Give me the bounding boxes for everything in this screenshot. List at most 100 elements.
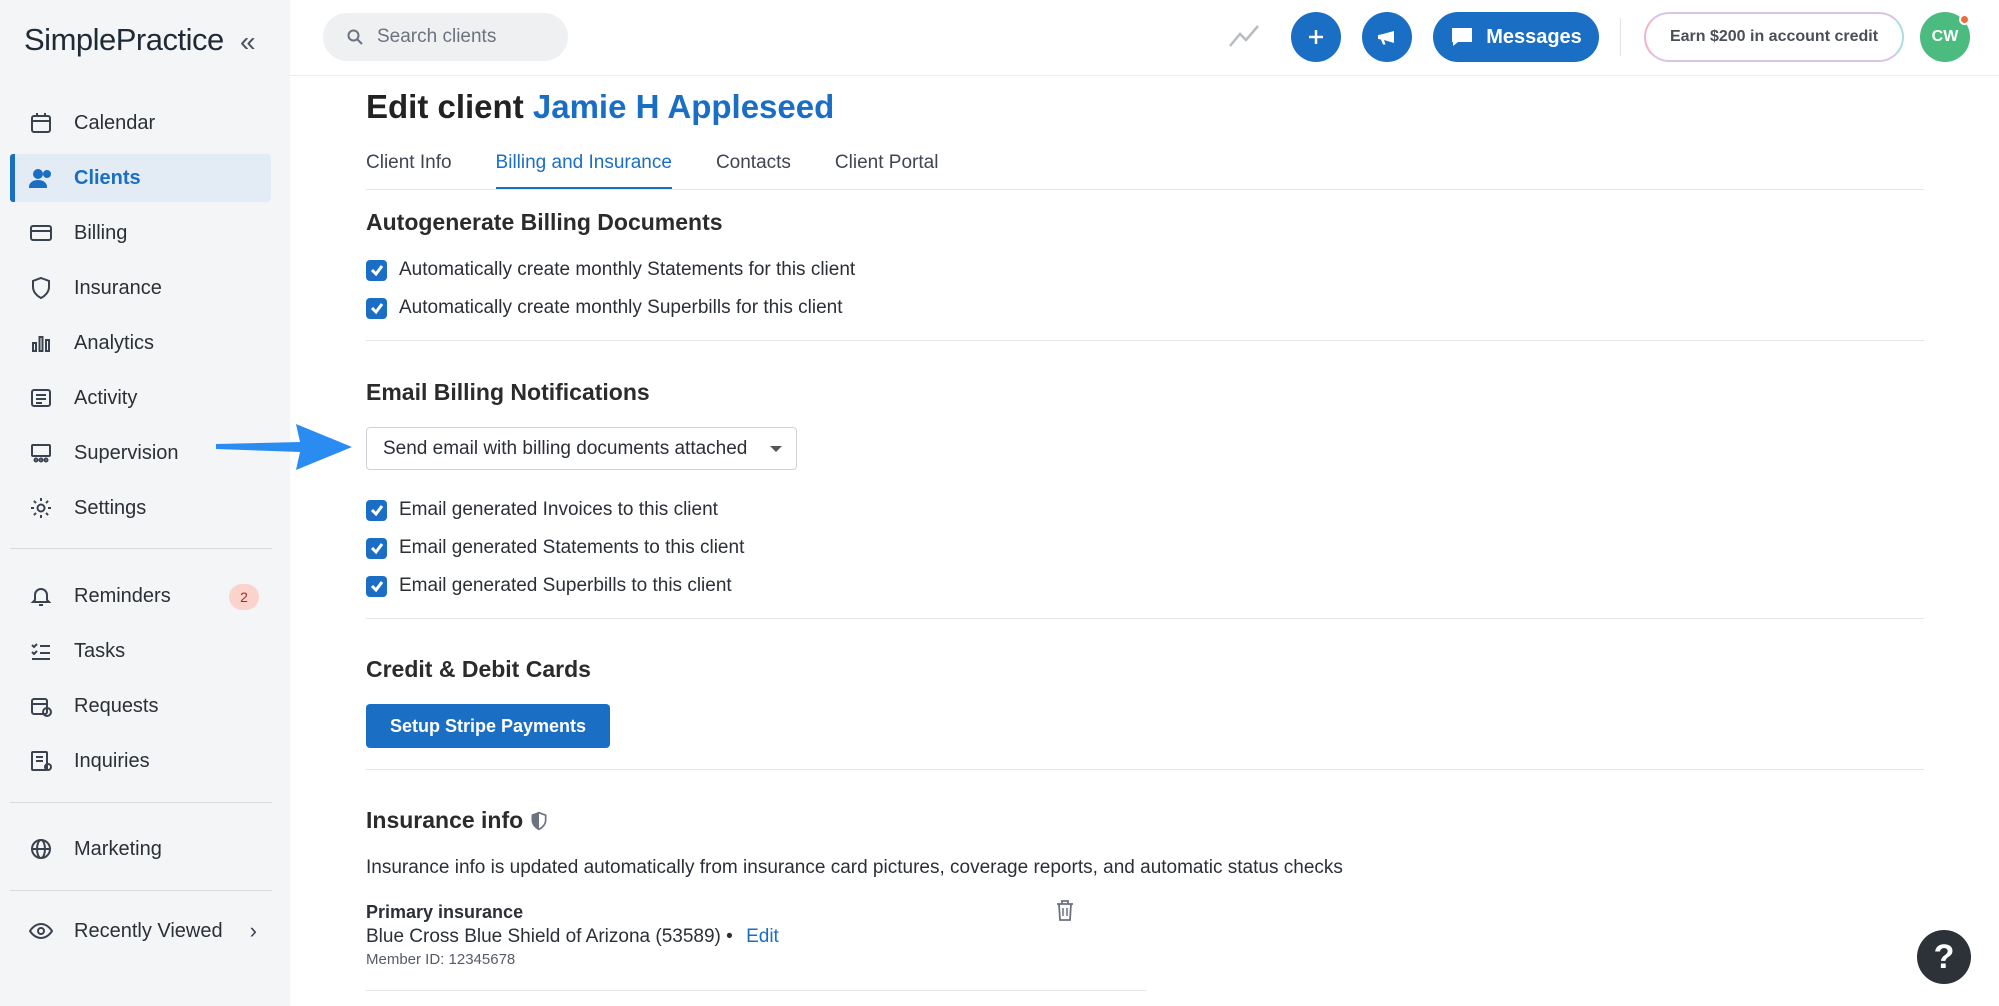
- client-name-link[interactable]: Jamie H Appleseed: [533, 88, 834, 125]
- help-button[interactable]: ?: [1917, 930, 1971, 984]
- edit-insurance-link[interactable]: Edit: [746, 926, 779, 947]
- sidebar-item-requests[interactable]: Requests: [10, 682, 271, 730]
- option-label: Email generated Superbills to this clien…: [399, 575, 732, 596]
- bar-chart-icon: [28, 330, 54, 356]
- announcements-button[interactable]: [1362, 12, 1412, 62]
- avatar[interactable]: CW: [1920, 12, 1970, 62]
- insurance-section-title: Insurance info: [366, 807, 549, 834]
- setup-stripe-payments-button[interactable]: Setup Stripe Payments: [366, 704, 610, 748]
- tab-contacts[interactable]: Contacts: [716, 152, 791, 190]
- supervision-icon: [28, 440, 54, 466]
- sidebar-divider: [10, 890, 272, 891]
- plus-icon: [1309, 30, 1323, 44]
- sidebar-item-marketing[interactable]: Marketing: [10, 825, 271, 873]
- tasks-icon: [28, 638, 54, 664]
- collapse-sidebar-icon[interactable]: «: [240, 28, 256, 56]
- tabs-divider: [366, 189, 1924, 190]
- shield-icon: [531, 811, 547, 830]
- section-divider: [366, 618, 1924, 619]
- sidebar-item-inquiries[interactable]: Inquiries: [10, 737, 271, 785]
- option-label: Automatically create monthly Statements …: [399, 259, 856, 280]
- simplepractice-logo[interactable]: SimplePractice: [24, 22, 224, 58]
- sidebar-item-reminders[interactable]: Reminders 2: [10, 572, 271, 620]
- option-label: Automatically create monthly Superbills …: [399, 297, 843, 318]
- sidebar-item-label: Tasks: [74, 639, 126, 662]
- notification-dot: [1959, 14, 1970, 25]
- insurance-description: Insurance info is updated automatically …: [366, 857, 1343, 878]
- email-invoices-option[interactable]: Email generated Invoices to this client: [366, 499, 718, 521]
- megaphone-icon: [1378, 31, 1394, 45]
- sidebar-item-label: Clients: [74, 166, 141, 189]
- primary-insurance-value: Blue Cross Blue Shield of Arizona (53589…: [366, 926, 779, 948]
- bell-icon: [28, 583, 54, 609]
- inquiries-icon: [28, 748, 54, 774]
- trash-icon[interactable]: [1054, 898, 1076, 922]
- auto-superbills-option[interactable]: Automatically create monthly Superbills …: [366, 297, 843, 319]
- list-icon: [28, 385, 54, 411]
- section-divider: [366, 340, 1924, 341]
- section-divider: [366, 769, 1924, 770]
- search-bar[interactable]: [323, 13, 568, 61]
- dropdown-caret-icon: [770, 446, 782, 452]
- earn-credit-button[interactable]: Earn $200 in account credit: [1644, 12, 1904, 62]
- primary-insurance-label: Primary insurance: [366, 902, 524, 922]
- sidebar-item-label: Settings: [74, 496, 147, 519]
- sidebar-item-label: Recently Viewed: [74, 919, 223, 942]
- sidebar-item-settings[interactable]: Settings: [10, 484, 271, 532]
- messages-label: Messages: [1486, 25, 1582, 48]
- page-title-prefix: Edit client: [366, 88, 524, 125]
- sidebar-item-tasks[interactable]: Tasks: [10, 627, 271, 675]
- reminders-count-badge: 2: [229, 584, 259, 610]
- checkbox-checked[interactable]: [366, 499, 387, 521]
- page-title: Edit client Jamie H Appleseed: [366, 88, 834, 126]
- credit-card-icon: [28, 220, 54, 246]
- sidebar-item-label: Insurance: [74, 276, 162, 299]
- sidebar-item-label: Marketing: [74, 837, 162, 860]
- checkbox-checked[interactable]: [366, 259, 387, 281]
- sidebar-item-calendar[interactable]: Calendar: [10, 99, 271, 147]
- earn-credit-label: Earn $200 in account credit: [1669, 28, 1879, 45]
- tab-client-info[interactable]: Client Info: [366, 152, 452, 190]
- sidebar-item-label: Analytics: [74, 331, 155, 354]
- email-notifications-section-title: Email Billing Notifications: [366, 379, 650, 405]
- sidebar-item-label: Inquiries: [74, 749, 150, 772]
- member-id: Member ID: 12345678: [366, 951, 516, 968]
- tab-bar: Client Info Billing and Insurance Contac…: [366, 152, 982, 190]
- search-input[interactable]: [377, 26, 547, 48]
- chat-bubble-icon: [1452, 28, 1473, 46]
- gear-icon: [28, 495, 54, 521]
- sidebar-divider: [10, 548, 272, 549]
- sidebar-item-label: Calendar: [74, 111, 156, 134]
- email-superbills-option[interactable]: Email generated Superbills to this clien…: [366, 575, 732, 597]
- calendar-plus-icon: [28, 693, 54, 719]
- sidebar-item-activity[interactable]: Activity: [10, 374, 271, 422]
- checkbox-checked[interactable]: [366, 297, 387, 319]
- sidebar-item-recently-viewed[interactable]: Recently Viewed ›: [10, 907, 271, 955]
- chevron-right-icon: ›: [249, 918, 257, 943]
- sidebar-item-label: Reminders: [74, 584, 171, 607]
- sidebar-item-label: Supervision: [74, 441, 179, 464]
- sidebar-item-billing[interactable]: Billing: [10, 209, 271, 257]
- sidebar-item-clients[interactable]: Clients: [10, 154, 271, 202]
- checkbox-checked[interactable]: [366, 575, 387, 597]
- tab-billing-and-insurance[interactable]: Billing and Insurance: [495, 152, 673, 190]
- add-button[interactable]: [1291, 12, 1341, 62]
- sidebar-item-label: Billing: [74, 221, 128, 244]
- email-mode-select[interactable]: Send email with billing documents attach…: [366, 427, 797, 470]
- sidebar-item-insurance[interactable]: Insurance: [10, 264, 271, 312]
- checkbox-checked[interactable]: [366, 537, 387, 559]
- auto-statements-option[interactable]: Automatically create monthly Statements …: [366, 259, 855, 281]
- messages-button[interactable]: Messages: [1433, 12, 1599, 62]
- header-divider: [1620, 18, 1621, 56]
- avatar-initials: CW: [1931, 28, 1959, 45]
- trend-icon[interactable]: [1228, 22, 1260, 50]
- autogenerate-section-title: Autogenerate Billing Documents: [366, 209, 723, 235]
- email-statements-option[interactable]: Email generated Statements to this clien…: [366, 537, 744, 559]
- globe-icon: [28, 836, 54, 862]
- insurance-divider: [366, 990, 1146, 991]
- tab-client-portal[interactable]: Client Portal: [835, 152, 939, 190]
- payer-name: Blue Cross Blue Shield of Arizona (53589…: [366, 926, 733, 947]
- arrow-annotation-icon: [216, 424, 352, 470]
- sidebar-item-analytics[interactable]: Analytics: [10, 319, 271, 367]
- sidebar-item-label: Requests: [74, 694, 159, 717]
